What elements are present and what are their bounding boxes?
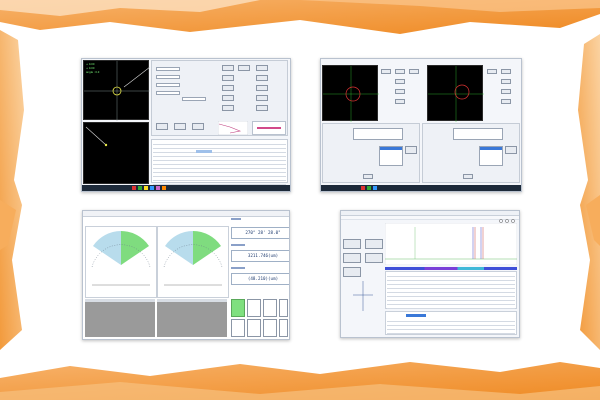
control-button[interactable] xyxy=(395,69,405,74)
control-button[interactable] xyxy=(395,89,405,94)
screenshot-1: + 0.00 + 0.00 angle : 0.0 xyxy=(81,58,291,192)
action-button[interactable] xyxy=(279,319,288,337)
menu-bar xyxy=(341,216,519,220)
control-button[interactable] xyxy=(222,95,234,101)
control-button[interactable] xyxy=(409,69,419,74)
control-button[interactable] xyxy=(222,105,234,111)
table-header-bar xyxy=(385,267,517,270)
taskbar xyxy=(321,185,521,191)
control-button[interactable] xyxy=(222,85,234,91)
camera-view-bottom xyxy=(83,122,149,184)
action-button[interactable] xyxy=(405,146,417,154)
green-action-button[interactable] xyxy=(231,299,245,317)
action-button[interactable] xyxy=(263,299,277,317)
offset-readout: (48.210)(um) xyxy=(231,273,289,285)
readout-label xyxy=(231,218,241,220)
input-field[interactable] xyxy=(156,67,180,71)
action-button[interactable] xyxy=(174,123,186,130)
input-field[interactable] xyxy=(156,83,180,87)
action-button[interactable] xyxy=(156,123,168,130)
action-button[interactable] xyxy=(263,319,277,337)
gauge-right xyxy=(157,226,229,298)
dropdown-list[interactable] xyxy=(379,146,403,166)
signal-graph xyxy=(218,121,248,135)
action-button[interactable] xyxy=(463,174,473,179)
control-button[interactable] xyxy=(238,65,250,71)
readout-label xyxy=(231,267,245,269)
action-button[interactable] xyxy=(363,174,373,179)
side-button[interactable] xyxy=(343,239,361,249)
camera-view-top: + 0.00 + 0.00 angle : 0.0 xyxy=(83,60,151,121)
control-button[interactable] xyxy=(501,89,511,94)
side-button[interactable] xyxy=(365,253,383,263)
settings-area-right xyxy=(422,123,520,183)
control-button[interactable] xyxy=(256,105,268,111)
action-button[interactable] xyxy=(505,146,517,154)
control-area xyxy=(151,60,288,136)
control-button[interactable] xyxy=(501,69,511,74)
distance-readout: 3211.746(um) xyxy=(231,250,289,262)
control-button[interactable] xyxy=(256,65,268,71)
overlay-line-1: + 0.00 xyxy=(86,63,95,66)
camera-view-left xyxy=(322,65,379,122)
side-button[interactable] xyxy=(343,253,361,263)
input-field[interactable] xyxy=(156,75,180,79)
side-button[interactable] xyxy=(343,267,361,277)
grey-area-right xyxy=(157,299,227,337)
crosshair-graphic xyxy=(84,61,151,121)
control-button[interactable] xyxy=(395,79,405,84)
grey-area-left xyxy=(85,299,155,337)
status-box xyxy=(252,121,286,135)
action-button[interactable] xyxy=(192,123,204,130)
result-table xyxy=(385,311,517,335)
overlay-line-3: angle : 0.0 xyxy=(86,71,100,74)
overlay-line-2: + 0.00 xyxy=(86,67,95,70)
spectrum-chart xyxy=(385,223,517,265)
control-button[interactable] xyxy=(395,99,405,104)
readout-label xyxy=(231,244,245,246)
control-button[interactable] xyxy=(222,65,234,71)
control-button[interactable] xyxy=(487,69,497,74)
action-button[interactable] xyxy=(279,299,288,317)
side-button[interactable] xyxy=(365,239,383,249)
screenshot-3: 270° 28' 28.0" 3211.746(um) (48.210)(um) xyxy=(82,210,290,340)
action-button[interactable] xyxy=(247,299,261,317)
control-button[interactable] xyxy=(222,75,234,81)
gauge-left xyxy=(85,226,157,298)
angle-readout: 270° 28' 28.0" xyxy=(231,227,289,239)
action-button[interactable] xyxy=(247,319,261,337)
input-field[interactable] xyxy=(156,91,180,95)
control-button[interactable] xyxy=(256,75,268,81)
window-title-bar xyxy=(83,211,289,217)
control-button[interactable] xyxy=(256,95,268,101)
input-field[interactable] xyxy=(182,97,206,101)
data-table xyxy=(385,271,517,313)
control-button[interactable] xyxy=(381,69,391,74)
data-table xyxy=(151,139,288,185)
settings-area-left xyxy=(322,123,420,183)
camera-view-right xyxy=(427,65,484,122)
control-button[interactable] xyxy=(256,85,268,91)
screenshot-2 xyxy=(320,58,522,192)
taskbar xyxy=(82,185,290,191)
action-button[interactable] xyxy=(231,319,245,337)
small-crosshair xyxy=(353,281,373,311)
dropdown-list[interactable] xyxy=(479,146,503,166)
control-button[interactable] xyxy=(501,99,511,104)
control-button[interactable] xyxy=(501,79,511,84)
screenshot-4 xyxy=(340,210,520,338)
